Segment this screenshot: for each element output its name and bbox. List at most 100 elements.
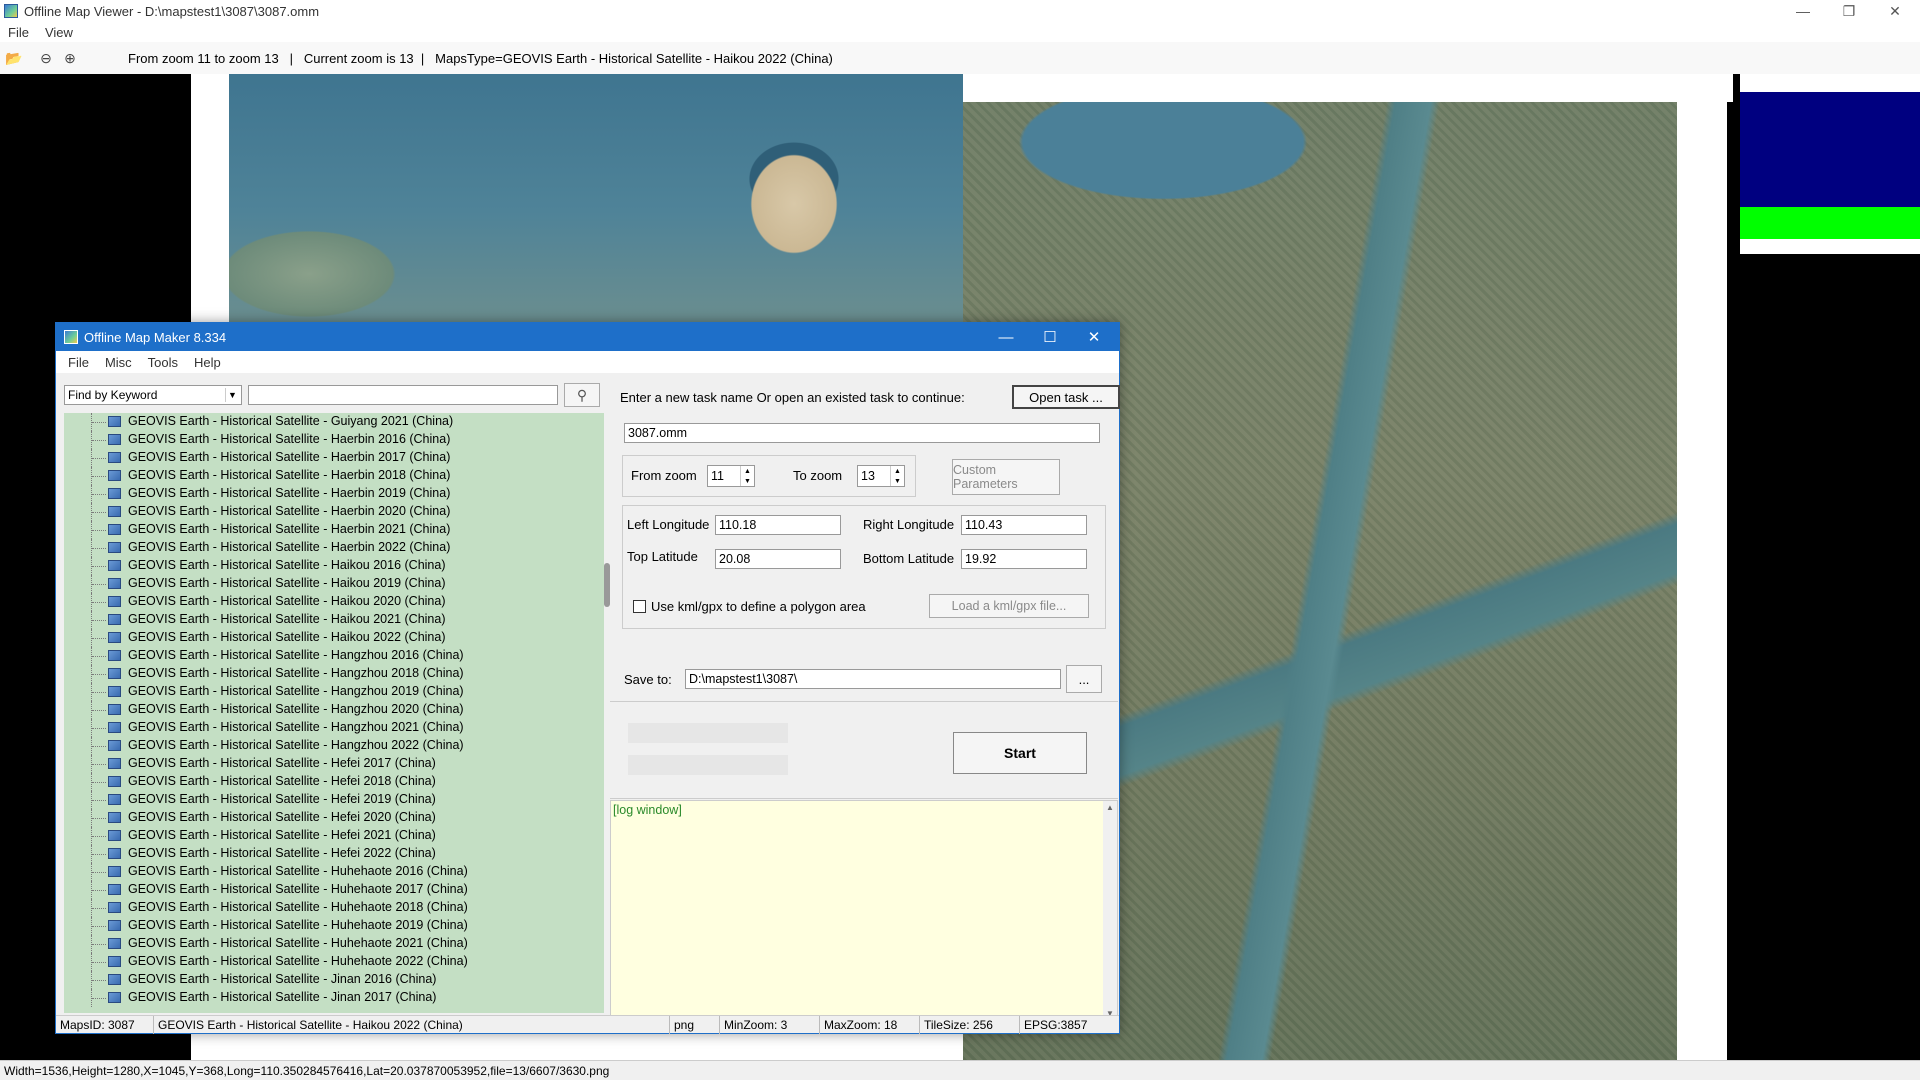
tree-item[interactable]: GEOVIS Earth - Historical Satellite - Ha… (64, 611, 604, 629)
menu-view[interactable]: View (37, 25, 81, 40)
open-folder-icon[interactable]: 📂 (4, 49, 24, 69)
tree-guide-line (92, 800, 106, 801)
tree-item[interactable]: GEOVIS Earth - Historical Satellite - He… (64, 827, 604, 845)
tree-item[interactable]: GEOVIS Earth - Historical Satellite - He… (64, 791, 604, 809)
maker-maximize-icon[interactable]: ☐ (1028, 323, 1072, 351)
status-maps-id: MapsID: 3087 (56, 1016, 154, 1034)
map-layer-icon (108, 470, 121, 481)
status-epsg: EPSG:3857 (1024, 1018, 1088, 1032)
tree-item[interactable]: GEOVIS Earth - Historical Satellite - Ha… (64, 449, 604, 467)
tree-item[interactable]: GEOVIS Earth - Historical Satellite - Ji… (64, 989, 604, 1007)
load-kml-button[interactable]: Load a kml/gpx file... (929, 594, 1089, 618)
maker-close-icon[interactable]: ✕ (1072, 323, 1116, 351)
maker-minimize-icon[interactable]: — (984, 323, 1028, 351)
custom-parameters-button[interactable]: Custom Parameters (952, 459, 1060, 495)
map-layer-icon (108, 758, 121, 769)
tree-item[interactable]: GEOVIS Earth - Historical Satellite - Ha… (64, 485, 604, 503)
tree-item[interactable]: GEOVIS Earth - Historical Satellite - Gu… (64, 413, 604, 431)
tree-item[interactable]: GEOVIS Earth - Historical Satellite - Ha… (64, 737, 604, 755)
kml-checkbox[interactable] (633, 600, 646, 613)
restore-icon[interactable]: ❐ (1826, 0, 1872, 22)
menu-file[interactable]: File (0, 25, 37, 40)
tree-guide-line (92, 440, 106, 441)
tree-item[interactable]: GEOVIS Earth - Historical Satellite - Ha… (64, 701, 604, 719)
search-icon: ⚲ (576, 386, 588, 403)
zoom-out-icon[interactable]: ⊖ (36, 49, 56, 69)
tree-item-label: GEOVIS Earth - Historical Satellite - He… (128, 756, 436, 770)
legend-blue-swatch (1740, 92, 1920, 207)
tree-item[interactable]: GEOVIS Earth - Historical Satellite - Ha… (64, 719, 604, 737)
chevron-down-icon[interactable]: ▼ (225, 388, 239, 402)
tree-item[interactable]: GEOVIS Earth - Historical Satellite - Hu… (64, 935, 604, 953)
map-layer-icon (108, 992, 121, 1003)
search-button[interactable]: ⚲ (564, 383, 600, 407)
maker-menu-misc[interactable]: Misc (97, 355, 140, 370)
tree-item[interactable]: GEOVIS Earth - Historical Satellite - Ha… (64, 629, 604, 647)
tree-item[interactable]: GEOVIS Earth - Historical Satellite - He… (64, 809, 604, 827)
tree-item[interactable]: GEOVIS Earth - Historical Satellite - Hu… (64, 863, 604, 881)
scroll-up-icon[interactable]: ▲ (1106, 803, 1114, 812)
tree-item-label: GEOVIS Earth - Historical Satellite - Ha… (128, 720, 464, 734)
close-icon[interactable]: ✕ (1872, 0, 1918, 22)
open-task-button[interactable]: Open task ... (1012, 385, 1120, 409)
map-layer-icon (108, 416, 121, 427)
tree-item[interactable]: GEOVIS Earth - Historical Satellite - Ha… (64, 539, 604, 557)
log-window[interactable]: [log window] ▲ ▼ (610, 800, 1118, 1021)
from-zoom-stepper[interactable]: 11 ▲ ▼ (707, 465, 755, 487)
tree-item[interactable]: GEOVIS Earth - Historical Satellite - Ha… (64, 431, 604, 449)
tree-item-label: GEOVIS Earth - Historical Satellite - Ha… (128, 540, 451, 554)
save-to-input[interactable] (685, 669, 1061, 689)
tree-guide-line (92, 512, 106, 513)
zoom-in-icon[interactable]: ⊕ (60, 49, 80, 69)
to-zoom-stepper[interactable]: 13 ▲ ▼ (857, 465, 905, 487)
tree-item[interactable]: GEOVIS Earth - Historical Satellite - Hu… (64, 917, 604, 935)
tree-item[interactable]: GEOVIS Earth - Historical Satellite - Ha… (64, 593, 604, 611)
tree-guide-line (92, 494, 106, 495)
tree-item[interactable]: GEOVIS Earth - Historical Satellite - Ji… (64, 971, 604, 989)
maker-menu-tools[interactable]: Tools (140, 355, 186, 370)
maker-menu-file[interactable]: File (60, 355, 97, 370)
top-latitude-input[interactable] (715, 549, 841, 569)
maps-tree[interactable]: GEOVIS Earth - Historical Satellite - Gu… (64, 413, 604, 1013)
tree-item-label: GEOVIS Earth - Historical Satellite - Ha… (128, 648, 464, 662)
task-name-input[interactable] (624, 423, 1100, 443)
tree-item[interactable]: GEOVIS Earth - Historical Satellite - He… (64, 845, 604, 863)
tree-item[interactable]: GEOVIS Earth - Historical Satellite - Ha… (64, 521, 604, 539)
tree-item[interactable]: GEOVIS Earth - Historical Satellite - Hu… (64, 899, 604, 917)
map-layer-icon (108, 614, 121, 625)
map-layer-icon (108, 668, 121, 679)
tree-item[interactable]: GEOVIS Earth - Historical Satellite - Ha… (64, 665, 604, 683)
tree-item[interactable]: GEOVIS Earth - Historical Satellite - Ha… (64, 557, 604, 575)
task-prompt: Enter a new task name Or open an existed… (620, 390, 965, 405)
tree-item[interactable]: GEOVIS Earth - Historical Satellite - Ha… (64, 467, 604, 485)
stepper-arrows-icon[interactable]: ▲ ▼ (890, 466, 904, 486)
log-scrollbar[interactable]: ▲ ▼ (1103, 801, 1117, 1020)
tree-item[interactable]: GEOVIS Earth - Historical Satellite - Ha… (64, 683, 604, 701)
tree-item[interactable]: GEOVIS Earth - Historical Satellite - He… (64, 773, 604, 791)
viewer-toolbar: 📂 ⊖ ⊕ From zoom 11 to zoom 13 | Current … (0, 42, 1920, 76)
tree-item[interactable]: GEOVIS Earth - Historical Satellite - Ha… (64, 575, 604, 593)
maker-app-icon (64, 330, 78, 344)
right-longitude-input[interactable] (961, 515, 1087, 535)
bottom-latitude-input[interactable] (961, 549, 1087, 569)
status-max-zoom: MaxZoom: 18 (820, 1016, 920, 1034)
tree-item[interactable]: GEOVIS Earth - Historical Satellite - Ha… (64, 503, 604, 521)
minimize-icon[interactable]: — (1780, 0, 1826, 22)
tree-item[interactable]: GEOVIS Earth - Historical Satellite - Ha… (64, 647, 604, 665)
start-button[interactable]: Start (953, 732, 1087, 774)
map-layer-icon (108, 650, 121, 661)
find-mode-select[interactable]: Find by Keyword ▼ (64, 385, 242, 405)
search-input[interactable] (248, 385, 558, 405)
maker-menu-help[interactable]: Help (186, 355, 229, 370)
tree-item[interactable]: GEOVIS Earth - Historical Satellite - Hu… (64, 881, 604, 899)
tree-item[interactable]: GEOVIS Earth - Historical Satellite - He… (64, 755, 604, 773)
stepper-arrows-icon[interactable]: ▲ ▼ (740, 466, 754, 486)
tree-item[interactable]: GEOVIS Earth - Historical Satellite - Hu… (64, 953, 604, 971)
tree-guide-line (92, 620, 106, 621)
left-longitude-input[interactable] (715, 515, 841, 535)
status-format: png (670, 1016, 720, 1034)
top-latitude-label: Top Latitude (627, 549, 698, 564)
browse-button[interactable]: ... (1066, 665, 1102, 693)
tree-guide-line (92, 656, 106, 657)
map-layer-icon (108, 740, 121, 751)
